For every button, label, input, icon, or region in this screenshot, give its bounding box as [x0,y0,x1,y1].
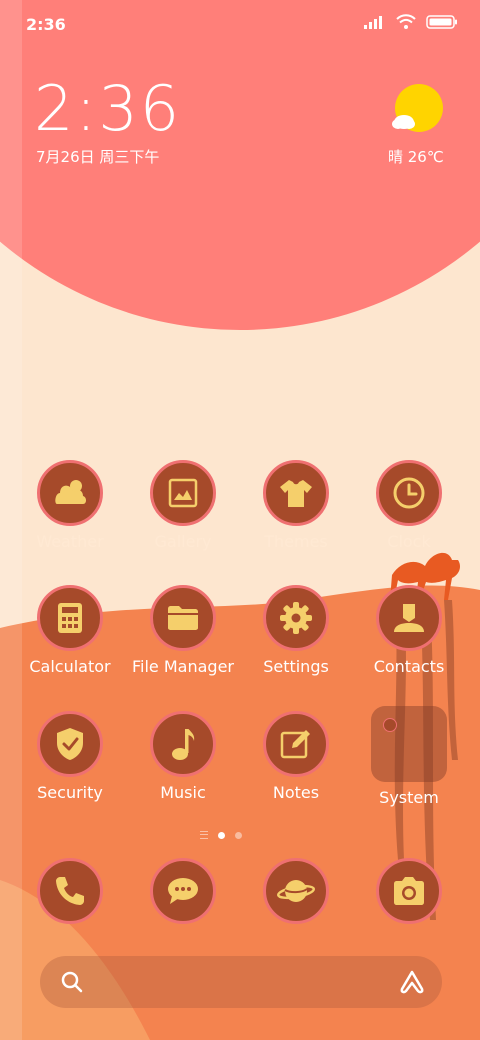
wifi-icon [396,14,416,29]
app-file-manager[interactable]: File Manager [127,585,239,676]
pencil-icon [280,730,310,759]
app-security[interactable]: Security [14,711,126,802]
phone-icon [56,877,84,905]
app-settings[interactable]: Settings [240,585,352,676]
folder-system[interactable]: System [353,706,465,807]
app-label: Themes [264,532,328,551]
music-note-icon [172,729,195,760]
dock-browser[interactable] [240,858,352,924]
search-bar[interactable] [40,956,442,1008]
app-label: Notes [272,783,320,802]
app-label: System [379,788,439,807]
clock-widget-time[interactable]: 2:36 [34,74,181,144]
app-label: Clock [387,532,431,551]
app-label: Security [37,783,103,802]
battery-icon [426,15,457,29]
app-clock[interactable]: Clock [353,460,465,551]
calculator-icon [58,603,82,633]
message-icon [168,878,198,904]
camera-icon [394,877,424,905]
dock-messages[interactable] [127,858,239,924]
gear-icon [280,602,312,634]
app-label: Gallery [154,532,212,551]
signal-icon [364,16,382,29]
app-label: File Manager [132,657,234,676]
gallery-icon [168,478,198,508]
app-label: Music [160,783,206,802]
app-label: Settings [263,657,329,676]
sun-with-cloud-icon[interactable] [390,84,444,134]
page-dot-active[interactable] [218,831,225,839]
app-label: Contacts [373,657,445,676]
app-themes[interactable]: Themes [240,460,352,551]
status-time: 2:36 [26,15,66,34]
weather-icon [55,480,86,504]
dock-phone[interactable] [14,858,126,924]
feed-page-dot[interactable] [200,831,208,839]
app-contacts[interactable]: Contacts [353,585,465,676]
app-weather[interactable]: Weather [14,460,126,551]
app-music[interactable]: Music [127,711,239,802]
page-dot[interactable] [235,831,242,839]
dock-camera[interactable] [353,858,465,924]
shield-check-icon [57,728,83,760]
app-label: Calculator [29,657,111,676]
planet-icon [277,880,315,902]
tshirt-icon [280,480,312,507]
assistant-logo-icon[interactable] [398,969,426,995]
app-notes[interactable]: Notes [240,711,352,802]
page-indicator[interactable] [200,831,242,839]
folder-icon [371,706,447,782]
app-calculator[interactable]: Calculator [14,585,126,676]
weather-widget-text[interactable]: 晴 26℃ [388,146,444,167]
clock-widget-date[interactable]: 7月26日 周三下午 [36,146,159,167]
status-bar: 2:36 [0,0,480,50]
folder-icon [168,606,198,630]
person-icon [394,604,424,632]
clock-icon [393,477,425,509]
search-icon [61,971,83,993]
app-label: Weather [36,532,104,551]
app-gallery[interactable]: Gallery [127,460,239,551]
